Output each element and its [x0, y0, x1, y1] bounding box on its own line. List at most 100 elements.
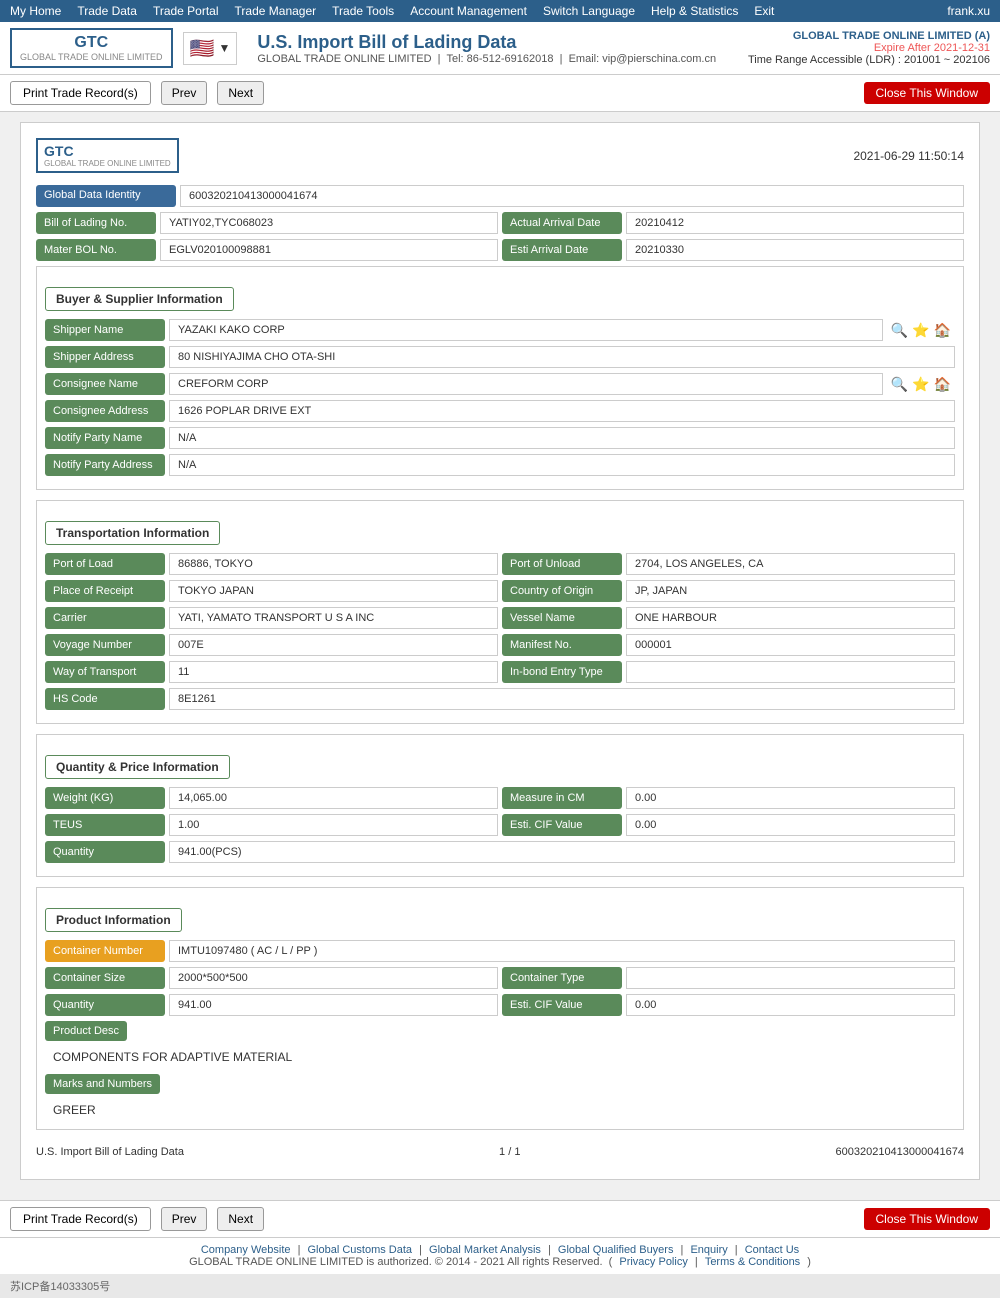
notify-party-name-value: N/A — [169, 427, 955, 449]
nav-exit[interactable]: Exit — [754, 4, 774, 18]
bottom-next-button[interactable]: Next — [217, 1207, 264, 1231]
place-receipt-label: Place of Receipt — [45, 580, 165, 602]
footer-link-contact[interactable]: Contact Us — [745, 1244, 799, 1256]
nav-trade-data[interactable]: Trade Data — [77, 4, 137, 18]
bottom-close-button[interactable]: Close This Window — [864, 1208, 990, 1230]
footer-link-global-customs[interactable]: Global Customs Data — [308, 1244, 413, 1256]
search-icon[interactable]: 🔍 — [891, 322, 908, 339]
close-window-button[interactable]: Close This Window — [864, 82, 990, 104]
consignee-address-value: 1626 POPLAR DRIVE EXT — [169, 400, 955, 422]
nav-account-management[interactable]: Account Management — [410, 4, 527, 18]
manifest-label: Manifest No. — [502, 634, 622, 656]
bol-row: Bill of Lading No. YATIY02,TYC068023 Act… — [36, 212, 964, 234]
esti-arrival-value: 20210330 — [626, 239, 964, 261]
actual-arrival-col: Actual Arrival Date 20210412 — [502, 212, 964, 234]
place-receipt-col: Place of Receipt TOKYO JAPAN — [45, 580, 498, 602]
nav-trade-manager[interactable]: Trade Manager — [235, 4, 317, 18]
page-footer: Company Website | Global Customs Data | … — [0, 1237, 1000, 1274]
product-desc-label-row: Product Desc — [45, 1021, 955, 1041]
hs-code-row: HS Code 8E1261 — [45, 688, 955, 710]
quantity-price-section: Quantity & Price Information Weight (KG)… — [36, 734, 964, 877]
container-size-col: Container Size 2000*500*500 — [45, 967, 498, 989]
container-size-type-row: Container Size 2000*500*500 Container Ty… — [45, 967, 955, 989]
bottom-prev-button[interactable]: Prev — [161, 1207, 208, 1231]
weight-label: Weight (KG) — [45, 787, 165, 809]
account-info: GLOBAL TRADE ONLINE LIMITED (A) Expire A… — [748, 30, 990, 66]
weight-measure-row: Weight (KG) 14,065.00 Measure in CM 0.00 — [45, 787, 955, 809]
port-load-col: Port of Load 86886, TOKYO — [45, 553, 498, 575]
quantity-value: 941.00(PCS) — [169, 841, 955, 863]
footer-link-global-buyers[interactable]: Global Qualified Buyers — [558, 1244, 674, 1256]
buyer-supplier-section: Buyer & Supplier Information Shipper Nam… — [36, 266, 964, 490]
next-button[interactable]: Next — [217, 81, 264, 105]
nav-trade-portal[interactable]: Trade Portal — [153, 4, 219, 18]
voyage-col: Voyage Number 007E — [45, 634, 498, 656]
footer-link-company-website[interactable]: Company Website — [201, 1244, 291, 1256]
teus-value: 1.00 — [169, 814, 498, 836]
footer-terms[interactable]: Terms & Conditions — [705, 1256, 800, 1268]
product-desc-label: Product Desc — [45, 1021, 127, 1041]
record-timestamp: 2021-06-29 11:50:14 — [853, 149, 964, 163]
port-unload-value: 2704, LOS ANGELES, CA — [626, 553, 955, 575]
home-icon[interactable]: 🏠 — [934, 376, 951, 393]
record-logo-sub: GLOBAL TRADE ONLINE LIMITED — [44, 159, 171, 168]
logo-text: GTC — [74, 34, 108, 52]
footer-privacy[interactable]: Privacy Policy — [619, 1256, 687, 1268]
measure-col: Measure in CM 0.00 — [502, 787, 955, 809]
home-icon[interactable]: 🏠 — [934, 322, 951, 339]
footer-link-global-market[interactable]: Global Market Analysis — [429, 1244, 541, 1256]
notify-party-name-row: Notify Party Name N/A — [45, 427, 955, 449]
quantity-label: Quantity — [45, 841, 165, 863]
star-icon[interactable]: ⭐ — [912, 376, 929, 393]
voyage-label: Voyage Number — [45, 634, 165, 656]
port-load-value: 86886, TOKYO — [169, 553, 498, 575]
teus-col: TEUS 1.00 — [45, 814, 498, 836]
top-toolbar: Print Trade Record(s) Prev Next Close Th… — [0, 75, 1000, 112]
mater-bol-col: Mater BOL No. EGLV020100098881 — [36, 239, 498, 261]
port-load-label: Port of Load — [45, 553, 165, 575]
nav-my-home[interactable]: My Home — [10, 4, 61, 18]
record-card: GTC GLOBAL TRADE ONLINE LIMITED 2021-06-… — [20, 122, 980, 1180]
shipper-icons: 🔍 ⭐ 🏠 — [887, 319, 955, 341]
footer-copyright: GLOBAL TRADE ONLINE LIMITED is authorize… — [189, 1256, 602, 1268]
notify-party-name-label: Notify Party Name — [45, 427, 165, 449]
country-origin-col: Country of Origin JP, JAPAN — [502, 580, 955, 602]
nav-help-statistics[interactable]: Help & Statistics — [651, 4, 738, 18]
notify-party-address-value: N/A — [169, 454, 955, 476]
product-cif-value: 0.00 — [626, 994, 955, 1016]
bottom-toolbar: Print Trade Record(s) Prev Next Close Th… — [0, 1200, 1000, 1237]
measure-value: 0.00 — [626, 787, 955, 809]
search-icon[interactable]: 🔍 — [891, 376, 908, 393]
header-subtitle: GLOBAL TRADE ONLINE LIMITED | Tel: 86-51… — [257, 53, 738, 65]
star-icon[interactable]: ⭐ — [912, 322, 929, 339]
transportation-section: Transportation Information Port of Load … — [36, 500, 964, 724]
container-type-col: Container Type — [502, 967, 955, 989]
product-qty-cif-row: Quantity 941.00 Esti. CIF Value 0.00 — [45, 994, 955, 1016]
footer-link-enquiry[interactable]: Enquiry — [690, 1244, 727, 1256]
actual-arrival-value: 20210412 — [626, 212, 964, 234]
shipper-name-label: Shipper Name — [45, 319, 165, 341]
buyer-supplier-header: Buyer & Supplier Information — [45, 287, 234, 311]
actual-arrival-label: Actual Arrival Date — [502, 212, 622, 234]
global-data-identity-value: 600320210413000041674 — [180, 185, 964, 207]
marks-numbers-value: GREER — [45, 1099, 955, 1121]
container-type-value — [626, 967, 955, 989]
print-button[interactable]: Print Trade Record(s) — [10, 81, 151, 105]
product-qty-value: 941.00 — [169, 994, 498, 1016]
product-cif-col: Esti. CIF Value 0.00 — [502, 994, 955, 1016]
inbond-value — [626, 661, 955, 683]
bottom-print-button[interactable]: Print Trade Record(s) — [10, 1207, 151, 1231]
prev-button[interactable]: Prev — [161, 81, 208, 105]
nav-trade-tools[interactable]: Trade Tools — [332, 4, 394, 18]
consignee-name-row: Consignee Name CREFORM CORP 🔍 ⭐ 🏠 — [45, 373, 955, 395]
shipper-address-row: Shipper Address 80 NISHIYAJIMA CHO OTA-S… — [45, 346, 955, 368]
container-number-value: IMTU1097480 ( AC / L / PP ) — [169, 940, 955, 962]
container-size-label: Container Size — [45, 967, 165, 989]
shipper-name-row: Shipper Name YAZAKI KAKO CORP 🔍 ⭐ 🏠 — [45, 319, 955, 341]
nav-user: frank.xu — [947, 4, 990, 18]
flag-selector[interactable]: 🇺🇸 ▼ — [183, 32, 238, 65]
transportation-header: Transportation Information — [45, 521, 220, 545]
product-qty-label: Quantity — [45, 994, 165, 1016]
notify-party-address-row: Notify Party Address N/A — [45, 454, 955, 476]
nav-switch-language[interactable]: Switch Language — [543, 4, 635, 18]
